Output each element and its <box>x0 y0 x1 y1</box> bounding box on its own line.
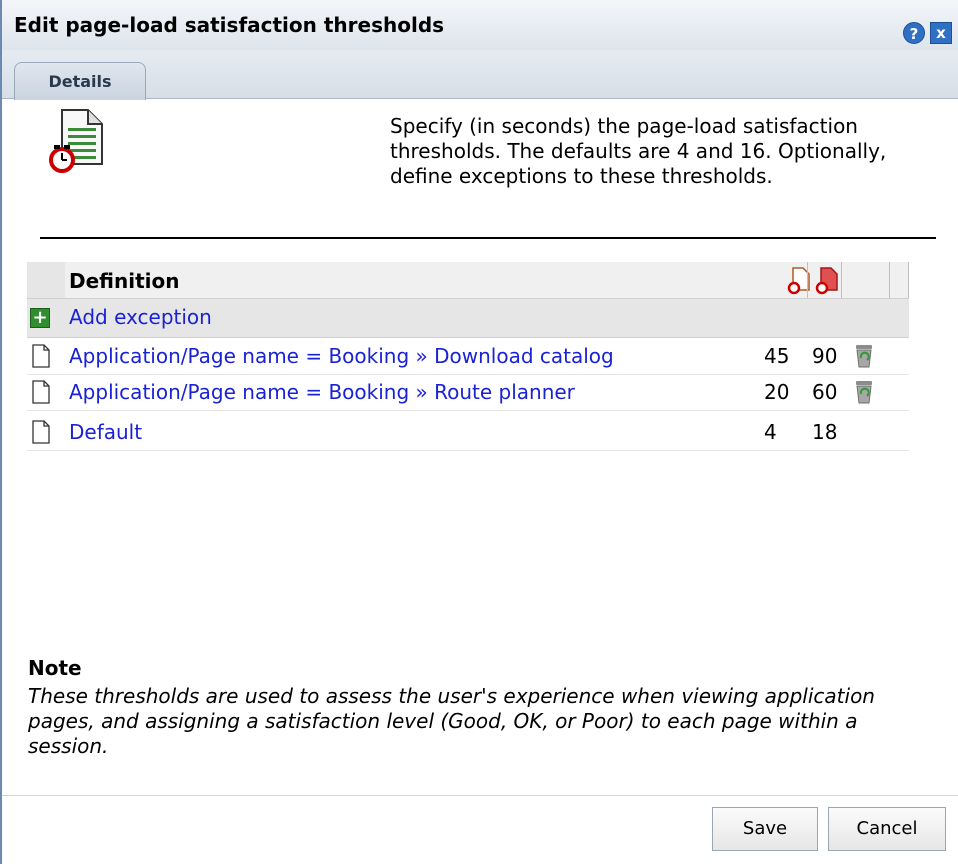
exception-definition-link[interactable]: Application/Page name = Booking » Downlo… <box>69 344 614 368</box>
trash-icon[interactable] <box>853 379 875 405</box>
tolerating-value: 18 <box>812 420 838 444</box>
note-text: These thresholds are used to assess the … <box>28 684 875 758</box>
column-separator <box>908 262 909 298</box>
save-button[interactable]: Save <box>712 807 818 851</box>
document-icon <box>32 380 50 404</box>
threshold-dialog: Edit page-load satisfaction thresholds ?… <box>0 0 958 864</box>
column-header-definition: Definition <box>69 269 180 293</box>
add-exception-row[interactable]: + Add exception <box>27 299 909 338</box>
plus-icon[interactable]: + <box>30 308 50 328</box>
help-icon[interactable]: ? <box>903 22 925 44</box>
satisfied-value: 45 <box>764 344 790 368</box>
dialog-title: Edit page-load satisfaction thresholds <box>14 13 445 37</box>
document-icon <box>32 420 50 444</box>
exception-definition-link[interactable]: Application/Page name = Booking » Route … <box>69 380 575 404</box>
satisfied-value: 20 <box>764 380 790 404</box>
grid-header-spacer <box>27 262 65 298</box>
divider <box>40 237 936 239</box>
tolerating-threshold-icon <box>815 267 838 295</box>
grid-header: Definition <box>27 262 909 299</box>
tolerating-value: 90 <box>812 344 838 368</box>
satisfied-value: 4 <box>764 420 777 444</box>
tolerating-value: 60 <box>812 380 838 404</box>
dialog-titlebar: Edit page-load satisfaction thresholds ?… <box>2 0 958 51</box>
column-separator <box>889 262 890 298</box>
default-definition-link[interactable]: Default <box>69 420 142 444</box>
page-timer-icon <box>49 109 103 173</box>
dialog-description: Specify (in seconds) the page-load satis… <box>390 114 887 188</box>
cancel-button[interactable]: Cancel <box>828 807 946 851</box>
note-title: Note <box>28 656 82 680</box>
tab-details[interactable]: Details <box>14 62 146 100</box>
table-row: Application/Page name = Booking » Downlo… <box>27 338 909 375</box>
satisfied-threshold-icon <box>787 267 810 295</box>
trash-icon[interactable] <box>853 343 875 369</box>
close-icon[interactable]: x <box>930 22 952 44</box>
footer-divider <box>2 795 958 796</box>
table-row: Application/Page name = Booking » Route … <box>27 374 909 411</box>
column-separator <box>841 262 842 298</box>
add-exception-link[interactable]: Add exception <box>69 305 212 329</box>
column-separator <box>807 262 808 298</box>
document-icon <box>32 344 50 368</box>
table-row: Default 4 18 <box>27 414 909 451</box>
